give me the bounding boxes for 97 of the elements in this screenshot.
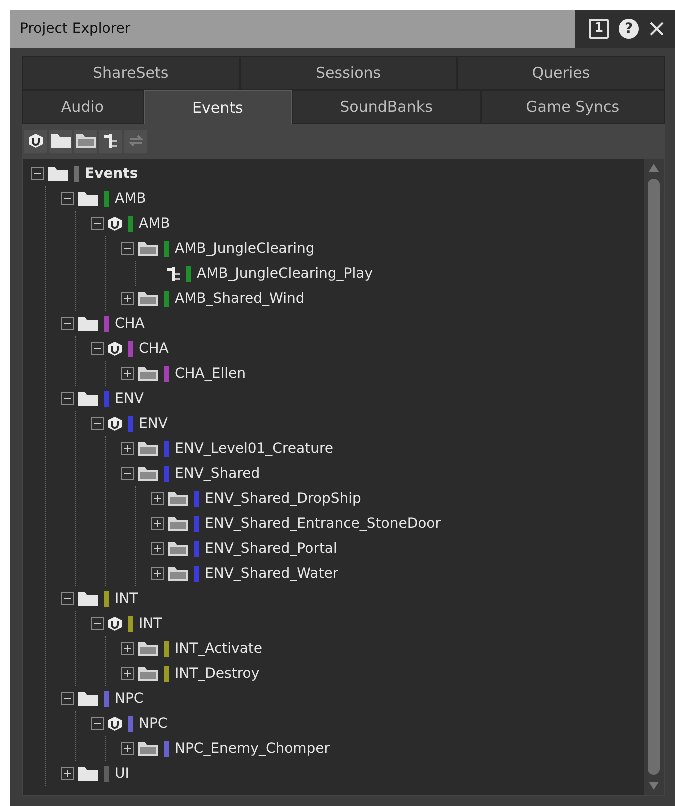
tree-item[interactable]: ENV_Shared_Portal xyxy=(205,540,338,556)
expand-icon[interactable] xyxy=(121,442,134,455)
expand-icon[interactable] xyxy=(151,542,164,555)
collapse-icon[interactable] xyxy=(121,242,134,255)
tree-item[interactable]: INT xyxy=(115,590,138,606)
scrollbar-thumb[interactable] xyxy=(648,179,660,775)
unit-icon xyxy=(107,340,123,356)
tree-item[interactable]: Events xyxy=(85,166,138,182)
expand-icon[interactable] xyxy=(151,517,164,530)
folder-icon xyxy=(167,566,189,582)
folder-icon xyxy=(137,740,159,756)
tree-item[interactable]: ENV xyxy=(115,390,144,406)
collapse-icon[interactable] xyxy=(31,167,44,180)
event-icon xyxy=(104,133,118,149)
collapse-icon[interactable] xyxy=(61,317,74,330)
folder-icon xyxy=(167,516,189,532)
expand-icon[interactable] xyxy=(121,367,134,380)
tree-item[interactable]: CHA_Ellen xyxy=(175,366,246,382)
arrows-icon xyxy=(128,134,144,148)
folder-icon xyxy=(77,766,99,782)
collapse-icon[interactable] xyxy=(61,192,74,205)
scroll-up-icon[interactable] xyxy=(648,163,660,173)
unit-icon xyxy=(107,216,123,232)
unit-icon xyxy=(28,133,44,149)
expand-icon[interactable] xyxy=(151,567,164,580)
collapse-icon[interactable] xyxy=(61,592,74,605)
tree-item[interactable]: INT_Activate xyxy=(175,640,263,656)
folder-icon xyxy=(137,466,159,482)
tab[interactable]: Queries xyxy=(457,56,665,90)
folder-icon xyxy=(74,133,96,149)
tree-item[interactable]: NPC xyxy=(115,690,144,706)
folder-icon xyxy=(77,190,99,206)
unit-icon xyxy=(107,616,123,632)
toolbar-button[interactable] xyxy=(74,130,97,152)
tab[interactable]: ShareSets xyxy=(22,56,240,90)
close-icon[interactable] xyxy=(649,21,665,37)
folder-icon xyxy=(137,640,159,656)
folder-icon xyxy=(137,290,159,306)
tree-item[interactable]: INT xyxy=(139,616,162,632)
tree-item[interactable]: UI xyxy=(115,766,130,782)
tree-item[interactable]: AMB xyxy=(139,216,170,232)
expand-icon[interactable] xyxy=(121,642,134,655)
tree-item[interactable]: AMB_Shared_Wind xyxy=(175,290,305,306)
folder-icon xyxy=(137,440,159,456)
tree-item[interactable]: NPC xyxy=(139,716,168,732)
tree-item[interactable]: ENV_Shared xyxy=(175,466,260,482)
expand-icon[interactable] xyxy=(61,767,74,780)
folder-icon xyxy=(77,316,99,332)
expand-icon[interactable] xyxy=(121,667,134,680)
folder-icon xyxy=(137,666,159,682)
folder-icon xyxy=(50,133,72,149)
instance-button[interactable]: 1 xyxy=(589,19,609,39)
collapse-icon[interactable] xyxy=(91,342,104,355)
collapse-icon[interactable] xyxy=(61,692,74,705)
unit-icon xyxy=(107,416,123,432)
tree-item[interactable]: AMB_JungleClearing_Play xyxy=(197,266,373,282)
collapse-icon[interactable] xyxy=(61,392,74,405)
folder-icon xyxy=(167,540,189,556)
tree-item[interactable]: ENV_Shared_Water xyxy=(205,566,339,582)
folder-icon xyxy=(77,690,99,706)
tab[interactable]: Game Syncs xyxy=(480,90,665,124)
tab[interactable]: Sessions xyxy=(240,56,458,90)
tree-item[interactable]: ENV_Level01_Creature xyxy=(175,440,334,456)
unit-icon xyxy=(107,716,123,732)
folder-icon xyxy=(137,366,159,382)
expand-icon[interactable] xyxy=(151,492,164,505)
folder-icon xyxy=(47,166,69,182)
tree-item[interactable]: ENV_Shared_Entrance_StoneDoor xyxy=(205,516,442,532)
collapse-icon[interactable] xyxy=(121,467,134,480)
folder-icon xyxy=(167,490,189,506)
folder-icon xyxy=(77,390,99,406)
tree-item[interactable]: CHA xyxy=(139,340,169,356)
toolbar-button[interactable] xyxy=(99,130,122,152)
tree-item[interactable]: CHA xyxy=(115,316,145,332)
help-button[interactable]: ? xyxy=(619,19,639,39)
scroll-down-icon[interactable] xyxy=(648,781,660,791)
tree-item[interactable]: NPC_Enemy_Chomper xyxy=(175,740,330,756)
folder-icon xyxy=(77,590,99,606)
tree-item[interactable]: AMB xyxy=(115,190,146,206)
collapse-icon[interactable] xyxy=(91,217,104,230)
tree-item[interactable]: ENV xyxy=(139,416,168,432)
collapse-icon[interactable] xyxy=(91,717,104,730)
toolbar-button[interactable] xyxy=(49,130,72,152)
toolbar-button[interactable] xyxy=(24,130,47,152)
tab[interactable]: Audio xyxy=(22,90,144,124)
expand-icon[interactable] xyxy=(121,742,134,755)
tab[interactable]: Events xyxy=(144,90,292,124)
expand-icon[interactable] xyxy=(121,292,134,305)
window-title: Project Explorer xyxy=(10,10,575,48)
folder-icon xyxy=(137,240,159,256)
event-icon xyxy=(167,266,181,282)
tab[interactable]: SoundBanks xyxy=(292,90,481,124)
tree-item[interactable]: INT_Destroy xyxy=(175,666,260,682)
collapse-icon[interactable] xyxy=(91,417,104,430)
collapse-icon[interactable] xyxy=(91,617,104,630)
tree-item[interactable]: AMB_JungleClearing xyxy=(175,240,315,256)
tree-item[interactable]: ENV_Shared_DropShip xyxy=(205,490,362,506)
